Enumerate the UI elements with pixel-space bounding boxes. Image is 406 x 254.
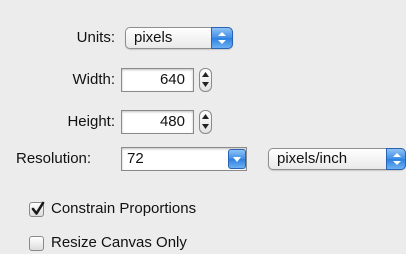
stepper-up-icon[interactable] <box>200 69 211 80</box>
units-popup[interactable]: pixels <box>125 27 233 49</box>
height-input[interactable]: 480 <box>121 110 194 134</box>
constrain-proportions-label[interactable]: Constrain Proportions <box>51 199 196 219</box>
constrain-proportions-checkbox[interactable] <box>29 201 45 217</box>
resolution-unit-value: pixels/inch <box>277 150 348 167</box>
resize-canvas-only-checkbox[interactable] <box>29 236 44 251</box>
popup-arrows-icon <box>386 148 406 170</box>
resolution-label: Resolution: <box>16 150 92 167</box>
stepper-up-icon[interactable] <box>200 111 211 122</box>
width-input[interactable]: 640 <box>121 68 194 92</box>
units-label: Units: <box>76 29 115 46</box>
stepper-down-icon[interactable] <box>200 122 211 133</box>
resolution-dropdown-button[interactable] <box>228 149 246 169</box>
popup-arrows-icon <box>211 27 233 49</box>
units-popup-value: pixels <box>134 29 173 46</box>
height-label: Height: <box>67 113 115 130</box>
width-stepper[interactable] <box>199 68 212 92</box>
stepper-down-icon[interactable] <box>200 80 211 91</box>
resolution-unit-popup[interactable]: pixels/inch <box>268 148 406 170</box>
width-label: Width: <box>72 71 115 88</box>
height-stepper[interactable] <box>199 110 212 134</box>
resize-canvas-only-label[interactable]: Resize Canvas Only <box>51 233 187 253</box>
